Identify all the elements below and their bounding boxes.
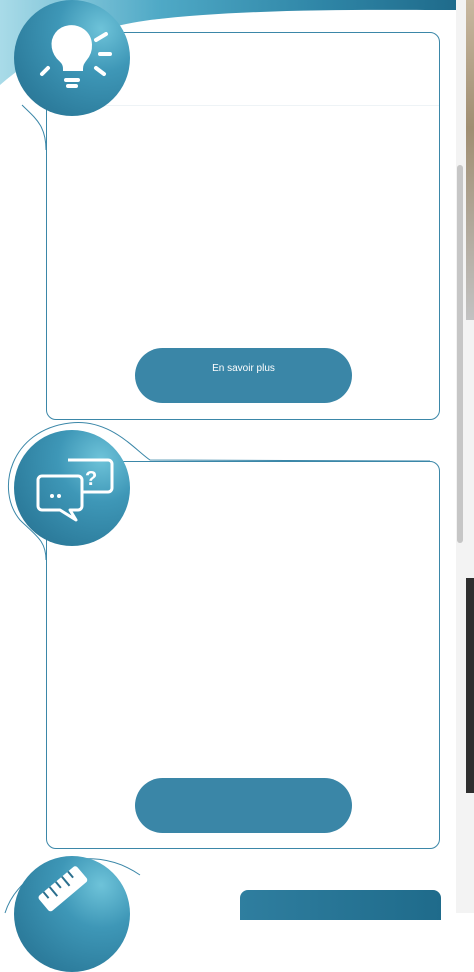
card-icon-badge: ? xyxy=(14,430,130,546)
chat-bubbles-question-icon: ? xyxy=(36,458,114,522)
card-icon-badge xyxy=(14,856,130,972)
learn-more-button[interactable]: En savoir plus xyxy=(135,348,352,403)
ruler-icon xyxy=(38,866,88,912)
card-action-button[interactable] xyxy=(135,778,352,833)
svg-text:?: ? xyxy=(85,468,97,490)
background-window-edge xyxy=(466,0,474,320)
card-connector-curve xyxy=(21,104,47,150)
background-window-edge xyxy=(466,578,474,793)
card-header-bar xyxy=(240,890,441,920)
